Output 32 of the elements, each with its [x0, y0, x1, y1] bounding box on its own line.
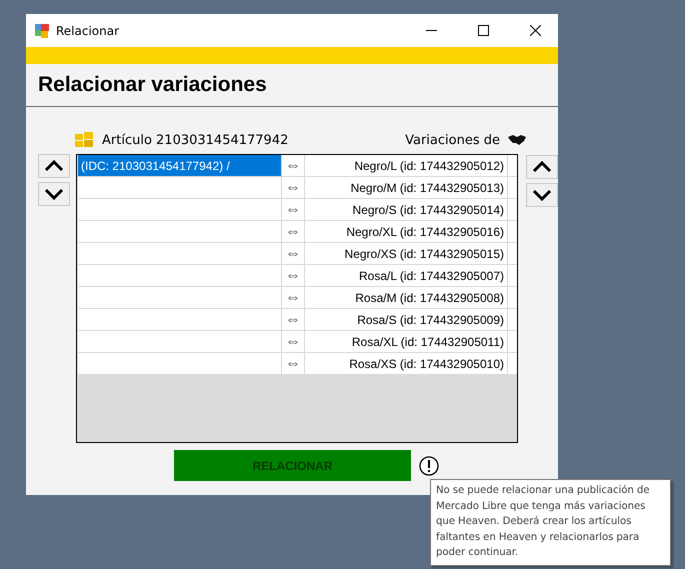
table-cell[interactable]: (IDC: 2103031454177942) / [78, 155, 282, 176]
boxes-icon [75, 132, 94, 148]
maximize-icon [478, 25, 488, 36]
table-cell: Negro/M (id: 174432905013) [305, 177, 508, 198]
table-cell: Negro/L (id: 174432905012) [305, 155, 508, 176]
move-down-button[interactable] [526, 183, 558, 207]
window-title: Relacionar [56, 24, 120, 38]
move-down-button[interactable] [38, 182, 70, 206]
table-cell: Negro/XS (id: 174432905015) [305, 243, 508, 264]
table-cell: Rosa/M (id: 174432905008) [305, 287, 508, 308]
handshake-icon [508, 134, 526, 146]
article-label: Artículo 2103031454177942 [102, 132, 288, 148]
variations-label: Variaciones de [405, 132, 500, 148]
move-up-button[interactable] [526, 155, 558, 179]
table-cell: Rosa/XS (id: 174432905010) [305, 353, 508, 374]
minimize-icon [426, 30, 436, 32]
table-cell: Negro/XL (id: 174432905016) [305, 221, 508, 242]
chevron-down-icon [532, 189, 552, 201]
warning-icon[interactable] [419, 456, 439, 476]
table-cell: Rosa/XL (id: 174432905011) [305, 331, 508, 352]
chevron-down-icon [44, 188, 64, 200]
move-up-button[interactable] [38, 154, 70, 178]
relacionar-button[interactable]: RELACIONAR [174, 450, 411, 481]
table-cell: Negro/S (id: 174432905014) [305, 199, 508, 220]
page-title: Relacionar variaciones [38, 73, 267, 97]
app-logo-icon [35, 24, 50, 38]
tooltip: No se puede relacionar una publicación de Mercado Libre que tenga más variaciones que Heaven. Deberá crear los artículos faltantes en Heaven y relacionarlos para poder continuar. [430, 479, 671, 566]
close-icon [530, 25, 540, 36]
chevron-up-icon [44, 160, 64, 172]
table-cell: Rosa/S (id: 174432905009) [305, 309, 508, 330]
table-cell: Rosa/L (id: 174432905007) [305, 265, 508, 286]
chevron-up-icon [532, 161, 552, 173]
